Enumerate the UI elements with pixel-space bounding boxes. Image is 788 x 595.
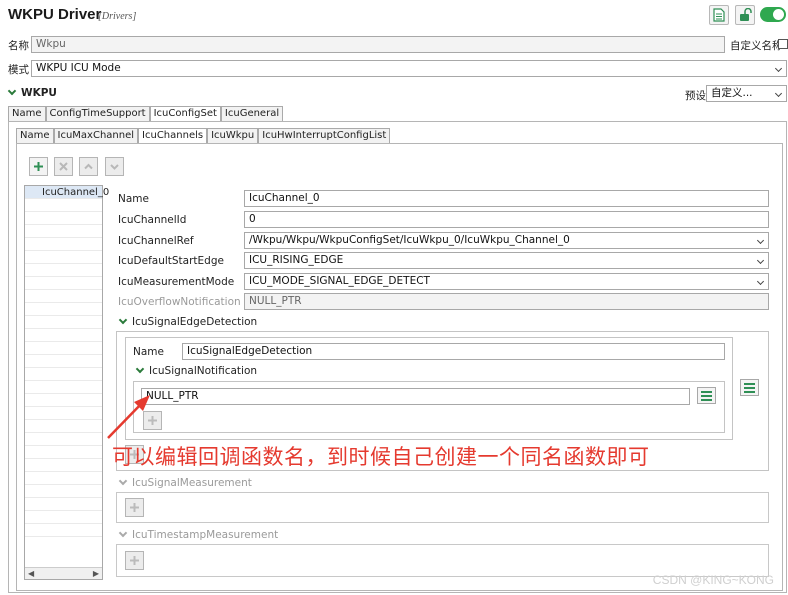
section-header-signal-notification[interactable]: IcuSignalNotification — [135, 364, 258, 377]
mode-label: 模式 — [8, 64, 29, 76]
name-field[interactable]: Wkpu — [31, 36, 725, 53]
scroll-left-icon: ◀ — [28, 569, 35, 578]
scroll-right-icon: ▶ — [92, 569, 99, 578]
measurement-mode-select[interactable]: ICU_MODE_SIGNAL_EDGE_DETECT — [244, 273, 769, 290]
list-menu-icon — [744, 382, 755, 385]
tab-name[interactable]: Name — [8, 106, 46, 121]
tab-icu-channels[interactable]: IcuChannels — [138, 128, 208, 143]
field-label-channel-ref: IcuChannelRef — [118, 235, 194, 247]
page-subtitle: [Drivers] — [98, 11, 137, 22]
section-title: WKPU — [21, 87, 57, 99]
move-up-button[interactable] — [79, 157, 98, 176]
file-icon — [713, 8, 725, 22]
tab-icu-config-set[interactable]: IcuConfigSet — [149, 106, 221, 121]
top-tab-bar: Name ConfigTimeSupport IcuConfigSet IcuG… — [8, 106, 284, 121]
file-button[interactable] — [709, 5, 729, 25]
move-down-icon — [110, 164, 119, 170]
signal-measurement-panel — [116, 492, 769, 523]
preset-select[interactable]: 自定义... — [706, 85, 787, 102]
custom-name-label: 自定义名称 — [730, 40, 783, 52]
sub-tab-bar: Name IcuMaxChannel IcuChannels IcuWkpu I… — [16, 128, 391, 143]
section-header-wkpu[interactable]: WKPU — [7, 86, 57, 99]
edge-detection-title: IcuSignalEdgeDetection — [132, 316, 258, 328]
horizontal-scrollbar[interactable]: ◀ ▶ — [25, 567, 102, 579]
chevron-down-icon — [118, 315, 128, 325]
list-item[interactable]: IcuChannel_0 — [25, 186, 109, 199]
move-down-button[interactable] — [105, 157, 124, 176]
field-label-overflow-notification: IcuOverflowNotification — [118, 296, 241, 308]
name-label: 名称 — [8, 40, 29, 52]
chevron-down-icon — [118, 528, 128, 538]
channel-id-field[interactable]: 0 — [244, 211, 769, 228]
field-label-name: Name — [118, 193, 149, 205]
tab-icu-general[interactable]: IcuGeneral — [220, 106, 284, 121]
tab-icu-max-channel[interactable]: IcuMaxChannel — [53, 128, 139, 143]
remove-icon — [59, 162, 68, 171]
preset-label: 预设 — [685, 90, 706, 102]
timestamp-measurement-title: IcuTimestampMeasurement — [132, 529, 279, 541]
chevron-down-icon — [135, 364, 145, 374]
add-icon — [130, 556, 139, 565]
channel-list: IcuChannel_0 ◀ ▶ — [24, 185, 109, 580]
add-channel-button[interactable] — [29, 157, 48, 176]
signal-measurement-title: IcuSignalMeasurement — [132, 477, 252, 489]
section-header-edge-detection[interactable]: IcuSignalEdgeDetection — [118, 315, 258, 328]
watermark: CSDN @KING~KONG — [652, 573, 774, 587]
tab-sub-name[interactable]: Name — [16, 128, 54, 143]
edge-name-label: Name — [133, 346, 164, 358]
lock-icon — [739, 8, 752, 21]
field-label-measurement-mode: IcuMeasurementMode — [118, 276, 235, 288]
add-timestamp-measurement-button[interactable] — [125, 551, 144, 570]
start-edge-select[interactable]: ICU_RISING_EDGE — [244, 252, 769, 269]
signal-notification-field[interactable]: NULL_PTR — [141, 388, 690, 405]
channel-name-field[interactable]: IcuChannel_0 — [244, 190, 769, 207]
field-label-start-edge: IcuDefaultStartEdge — [118, 255, 224, 267]
tab-config-time-support[interactable]: ConfigTimeSupport — [45, 106, 150, 121]
mode-select[interactable]: WKPU ICU Mode — [31, 60, 787, 77]
move-up-icon — [84, 163, 93, 170]
signal-notification-title: IcuSignalNotification — [149, 365, 258, 377]
section-header-signal-measurement[interactable]: IcuSignalMeasurement — [118, 476, 252, 489]
edge-detection-menu-button[interactable] — [740, 379, 759, 396]
list-menu-icon — [701, 390, 712, 393]
section-header-timestamp-measurement[interactable]: IcuTimestampMeasurement — [118, 528, 279, 541]
chevron-down-icon — [118, 476, 128, 486]
lock-button[interactable] — [735, 5, 755, 25]
add-icon — [130, 503, 139, 512]
channel-ref-select[interactable]: /Wkpu/Wkpu/WkpuConfigSet/IcuWkpu_0/IcuWk… — [244, 232, 769, 249]
add-icon — [34, 162, 43, 171]
chevron-down-icon — [7, 86, 17, 96]
page-title: WKPU Driver — [8, 6, 102, 23]
tab-icu-hw-interrupt-config-list[interactable]: IcuHwInterruptConfigList — [258, 128, 391, 143]
add-signal-measurement-button[interactable] — [125, 498, 144, 517]
remove-channel-button[interactable] — [54, 157, 73, 176]
annotation-text: 可以编辑回调函数名，到时候自己创建一个同名函数即可 — [112, 445, 650, 469]
notification-menu-button[interactable] — [697, 387, 716, 404]
tab-icu-wkpu[interactable]: IcuWkpu — [207, 128, 259, 143]
overflow-notification-field: NULL_PTR — [244, 293, 769, 310]
edge-name-field[interactable]: IcuSignalEdgeDetection — [182, 343, 725, 360]
field-label-channel-id: IcuChannelId — [118, 214, 187, 226]
enable-toggle[interactable] — [760, 7, 786, 22]
custom-name-checkbox[interactable] — [778, 39, 788, 49]
